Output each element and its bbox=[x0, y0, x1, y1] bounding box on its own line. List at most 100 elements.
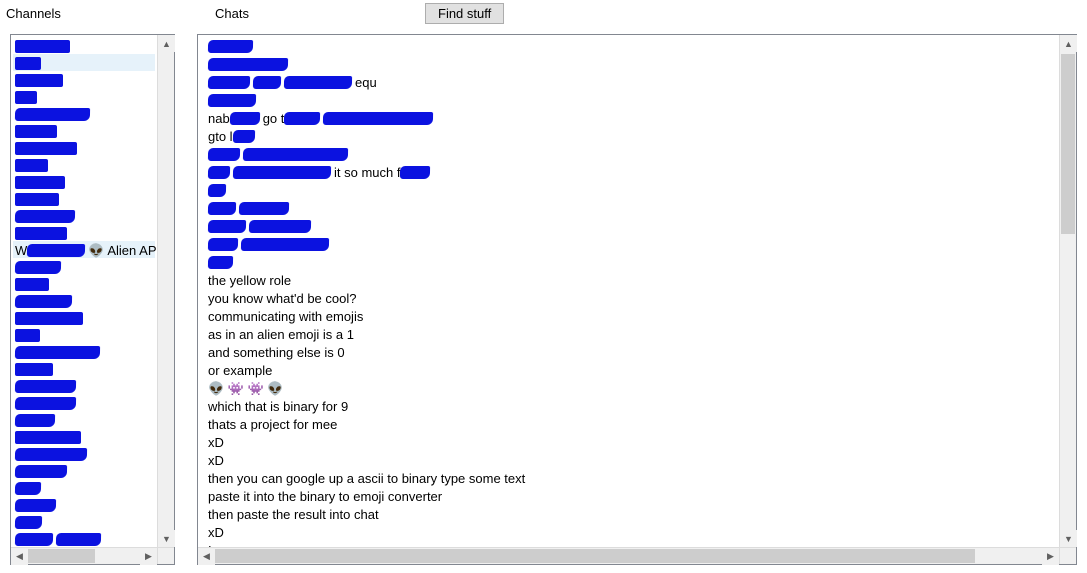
redacted-text bbox=[15, 210, 75, 223]
chat-text-fragment: go t bbox=[263, 111, 285, 126]
redacted-text bbox=[15, 40, 70, 53]
redacted-text bbox=[230, 112, 260, 125]
channel-item[interactable] bbox=[13, 37, 155, 54]
redacted-text bbox=[208, 94, 256, 107]
channels-vertical-scrollbar[interactable]: ▲ ▼ bbox=[157, 35, 174, 547]
chat-line[interactable]: which that is binary for 9 bbox=[200, 397, 1057, 415]
redacted-text bbox=[15, 74, 63, 87]
chat-text: or example bbox=[208, 363, 272, 378]
scroll-left-arrow[interactable]: ◀ bbox=[11, 548, 28, 565]
channel-item[interactable] bbox=[13, 377, 155, 394]
channels-h-thumb[interactable] bbox=[28, 549, 95, 563]
scroll-down-arrow[interactable]: ▼ bbox=[158, 530, 175, 547]
channels-header-label: Channels bbox=[0, 6, 195, 21]
channel-item[interactable] bbox=[13, 105, 155, 122]
redacted-text bbox=[15, 57, 41, 70]
chat-line[interactable]: nab go t bbox=[200, 109, 1057, 127]
channel-item[interactable] bbox=[13, 496, 155, 513]
chat-line[interactable]: then you can google up a ascii to binary… bbox=[200, 469, 1057, 487]
channel-item[interactable] bbox=[13, 71, 155, 88]
redacted-text bbox=[208, 76, 250, 89]
channel-item[interactable] bbox=[13, 292, 155, 309]
chat-line[interactable]: xD bbox=[200, 433, 1057, 451]
chats-horizontal-scrollbar[interactable]: ◀ ▶ bbox=[198, 547, 1059, 564]
scroll-left-arrow[interactable]: ◀ bbox=[198, 548, 215, 565]
chat-text: the yellow role bbox=[208, 273, 291, 288]
chat-line[interactable]: thats a project for mee bbox=[200, 415, 1057, 433]
channel-item[interactable] bbox=[13, 54, 155, 71]
chat-line[interactable] bbox=[200, 235, 1057, 253]
chat-line[interactable] bbox=[200, 181, 1057, 199]
scroll-up-arrow[interactable]: ▲ bbox=[158, 35, 175, 52]
chat-line[interactable] bbox=[200, 91, 1057, 109]
chat-line[interactable]: gto l bbox=[200, 127, 1057, 145]
redacted-text bbox=[15, 346, 100, 359]
chat-line[interactable] bbox=[200, 37, 1057, 55]
channel-item[interactable] bbox=[13, 513, 155, 530]
channel-item[interactable] bbox=[13, 462, 155, 479]
channel-item[interactable] bbox=[13, 207, 155, 224]
chat-line[interactable]: xD bbox=[200, 451, 1057, 469]
redacted-text bbox=[284, 112, 320, 125]
chat-line[interactable] bbox=[200, 199, 1057, 217]
chat-line[interactable]: equ bbox=[200, 73, 1057, 91]
chats-listbox[interactable]: equ nab go t gto l it so much f the yellow ro… bbox=[197, 34, 1077, 565]
channel-item[interactable] bbox=[13, 360, 155, 377]
chat-line[interactable]: communicating with emojis bbox=[200, 307, 1057, 325]
chat-line[interactable]: as in an alien emoji is a 1 bbox=[200, 325, 1057, 343]
chat-line[interactable] bbox=[200, 145, 1057, 163]
scroll-right-arrow[interactable]: ▶ bbox=[140, 548, 157, 565]
channel-item[interactable] bbox=[13, 309, 155, 326]
channel-item[interactable] bbox=[13, 394, 155, 411]
chat-line[interactable]: then paste the result into chat bbox=[200, 505, 1057, 523]
channel-item[interactable]: W👽 Alien API 👽 bbox=[13, 241, 155, 258]
channel-item[interactable] bbox=[13, 88, 155, 105]
redacted-text bbox=[15, 448, 87, 461]
redacted-text bbox=[15, 397, 76, 410]
channel-item[interactable] bbox=[13, 139, 155, 156]
chat-line[interactable]: paste it into the binary to emoji conver… bbox=[200, 487, 1057, 505]
channel-item[interactable] bbox=[13, 224, 155, 241]
chat-line[interactable]: the yellow role bbox=[200, 271, 1057, 289]
chats-vertical-scrollbar[interactable]: ▲ ▼ bbox=[1059, 35, 1076, 547]
channel-item[interactable] bbox=[13, 275, 155, 292]
channel-item[interactable] bbox=[13, 173, 155, 190]
channel-item[interactable] bbox=[13, 428, 155, 445]
chat-line[interactable]: or example bbox=[200, 361, 1057, 379]
channel-item[interactable] bbox=[13, 445, 155, 462]
channel-item[interactable] bbox=[13, 326, 155, 343]
chat-text-fragment: gto l bbox=[208, 129, 233, 144]
channel-item[interactable] bbox=[13, 479, 155, 496]
chat-line[interactable]: you know what'd be cool? bbox=[200, 289, 1057, 307]
channel-item[interactable] bbox=[13, 530, 155, 547]
redacted-text bbox=[15, 278, 49, 291]
channel-item[interactable] bbox=[13, 343, 155, 360]
channel-item[interactable] bbox=[13, 258, 155, 275]
channel-item[interactable] bbox=[13, 190, 155, 207]
chat-line[interactable]: xD bbox=[200, 523, 1057, 541]
channel-item[interactable] bbox=[13, 156, 155, 173]
channel-item[interactable] bbox=[13, 122, 155, 139]
find-stuff-button[interactable]: Find stuff bbox=[425, 3, 504, 24]
channel-item[interactable] bbox=[13, 411, 155, 428]
chat-line[interactable] bbox=[200, 253, 1057, 271]
redacted-text bbox=[15, 516, 42, 529]
scroll-up-arrow[interactable]: ▲ bbox=[1060, 35, 1077, 52]
redacted-text bbox=[15, 363, 53, 376]
channels-listbox[interactable]: W👽 Alien API 👽 ▲ ▼ ◀ ▶ bbox=[10, 34, 175, 565]
chat-line[interactable]: and something else is 0 bbox=[200, 343, 1057, 361]
chat-line[interactable]: 👽 👾 👾 👽 bbox=[200, 379, 1057, 397]
scroll-right-arrow[interactable]: ▶ bbox=[1042, 548, 1059, 565]
channels-horizontal-scrollbar[interactable]: ◀ ▶ bbox=[11, 547, 157, 564]
chat-line[interactable] bbox=[200, 217, 1057, 235]
redacted-text bbox=[15, 142, 77, 155]
scroll-down-arrow[interactable]: ▼ bbox=[1060, 530, 1077, 547]
redacted-text bbox=[208, 166, 230, 179]
chats-h-thumb[interactable] bbox=[215, 549, 975, 563]
chat-text-fragment: nab bbox=[208, 111, 230, 126]
chat-line[interactable] bbox=[200, 55, 1057, 73]
redacted-text bbox=[15, 91, 37, 104]
chats-v-thumb[interactable] bbox=[1061, 54, 1075, 234]
chat-text: which that is binary for 9 bbox=[208, 399, 348, 414]
chat-line[interactable]: it so much f bbox=[200, 163, 1057, 181]
